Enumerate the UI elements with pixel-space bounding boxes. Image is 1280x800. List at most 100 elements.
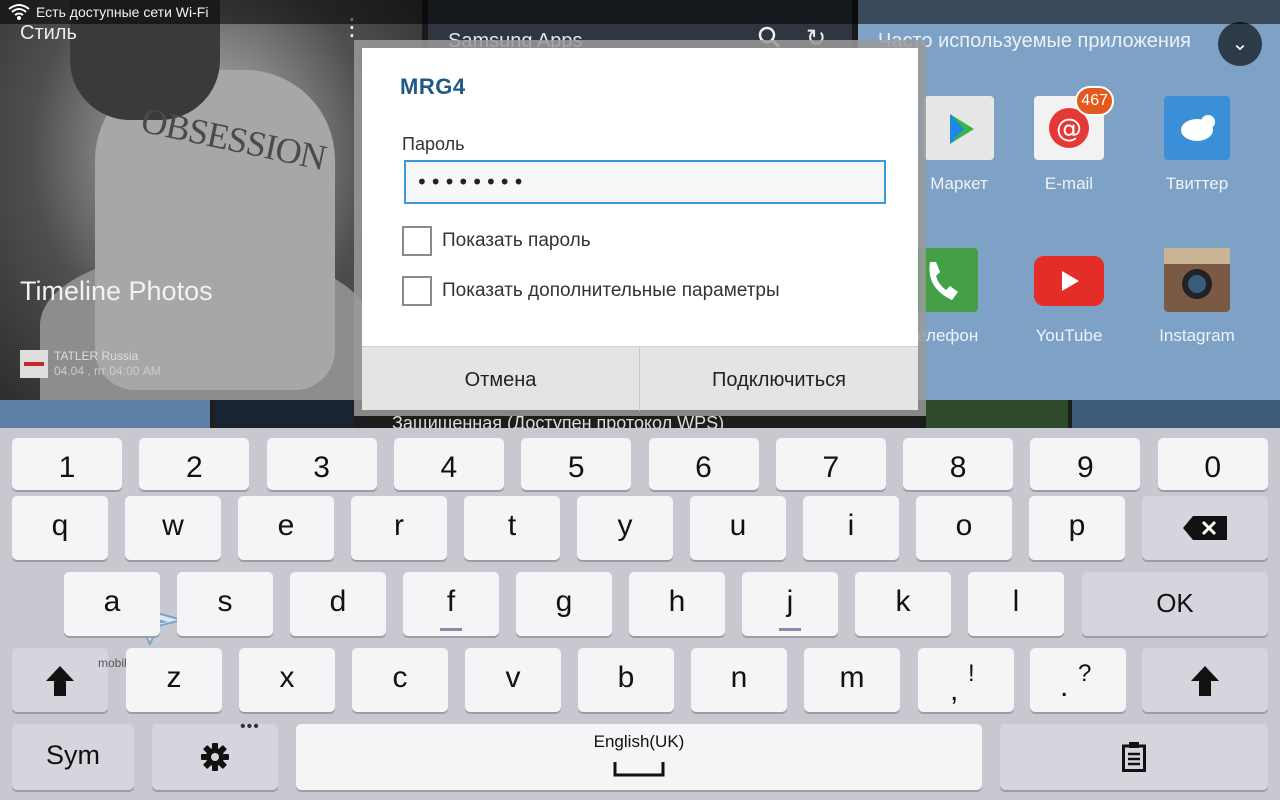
key-z[interactable]: z [126, 648, 222, 712]
instagram-icon [1164, 248, 1230, 312]
key-0[interactable]: 0 [1157, 438, 1268, 490]
chevron-down-icon[interactable]: ⌄ [1218, 22, 1262, 66]
key-label: o [955, 509, 973, 542]
cancel-button[interactable]: Отмена [362, 347, 639, 411]
key-w[interactable]: w [125, 496, 221, 560]
key-y[interactable]: y [577, 496, 673, 560]
wifi-icon [8, 4, 30, 20]
key-s[interactable]: s [177, 572, 273, 636]
youtube-icon [1034, 256, 1104, 306]
story-title: Timeline Photos [20, 276, 213, 306]
key-a[interactable]: a [64, 572, 160, 636]
dialog-button-bar: Отмена Подключиться [362, 346, 918, 411]
key-r[interactable]: r [351, 496, 447, 560]
key-label: 3 [313, 451, 330, 484]
app-youtube[interactable]: YouTube [1014, 248, 1124, 346]
email-count-badge: 467 [1075, 86, 1114, 116]
exclamation-char: ! [968, 660, 975, 687]
shift-icon [1191, 666, 1219, 696]
key-v[interactable]: v [465, 648, 561, 712]
key-8[interactable]: 8 [903, 438, 1014, 490]
key-label: z [166, 661, 182, 694]
key-k[interactable]: k [855, 572, 951, 636]
key-label: f [446, 585, 456, 618]
key-label: 2 [185, 451, 203, 484]
key-p[interactable]: p [1029, 496, 1125, 560]
key-t[interactable]: t [464, 496, 560, 560]
show-password-checkbox[interactable] [402, 226, 432, 256]
strip-thumbnail [214, 400, 354, 430]
key-label: 1 [58, 451, 76, 484]
key-x[interactable]: x [239, 648, 335, 712]
key-5[interactable]: 5 [521, 438, 632, 490]
status-bar: Есть доступные сети Wi-Fi [0, 0, 1280, 24]
key-1[interactable]: 1 [12, 438, 122, 490]
key-g[interactable]: g [516, 572, 612, 636]
key-label: j [786, 585, 794, 618]
space-key[interactable]: English(UK) [296, 724, 982, 790]
key-o[interactable]: o [916, 496, 1012, 560]
key-label: p [1068, 509, 1086, 542]
connect-button[interactable]: Подключиться [640, 347, 918, 411]
play-store-icon [924, 96, 994, 160]
settings-key[interactable]: ••• [152, 718, 278, 790]
overflow-menu-icon[interactable]: ⋮ [340, 16, 364, 40]
key-d[interactable]: d [290, 572, 386, 636]
sym-key-label: Sym [46, 740, 100, 770]
key-label: 8 [949, 451, 967, 484]
key-label: q [51, 509, 69, 542]
key-f[interactable]: f [403, 572, 499, 636]
key-6[interactable]: 6 [648, 438, 759, 490]
key-c[interactable]: c [352, 648, 448, 712]
wifi-notification[interactable]: Есть доступные сети Wi-Fi [36, 4, 208, 20]
comma-key[interactable]: , ! [918, 648, 1014, 712]
shift-key-right[interactable] [1142, 648, 1268, 712]
email-icon: @ 467 [1034, 86, 1114, 160]
key-label: v [505, 661, 521, 694]
show-advanced-checkbox[interactable] [402, 276, 432, 306]
question-char: ? [1078, 660, 1092, 687]
sym-key[interactable]: Sym [12, 724, 134, 790]
ok-key[interactable]: OK [1082, 572, 1268, 636]
shift-key-left[interactable] [12, 648, 108, 712]
key-label: h [668, 585, 686, 618]
key-j[interactable]: j [742, 572, 838, 636]
shift-icon [46, 666, 74, 696]
backspace-key[interactable] [1142, 496, 1268, 560]
key-h[interactable]: h [629, 572, 725, 636]
key-l[interactable]: l [968, 572, 1064, 636]
key-label: 7 [822, 451, 840, 484]
key-3[interactable]: 3 [266, 438, 377, 490]
key-label: a [103, 585, 121, 618]
clipboard-key[interactable] [1000, 724, 1268, 790]
app-email[interactable]: @ 467 E-mail [1014, 86, 1124, 194]
home-row-marker [779, 628, 801, 631]
comma-char: , [950, 674, 959, 707]
clipboard-icon [1122, 742, 1146, 772]
twitter-icon [1164, 96, 1230, 160]
story-time: 04.04 , пт 04:00 AM [54, 364, 161, 378]
style-panel-title: Стиль [20, 22, 77, 44]
password-input[interactable] [404, 160, 886, 204]
key-e[interactable]: e [238, 496, 334, 560]
key-b[interactable]: b [578, 648, 674, 712]
on-screen-keyboard: OK , ! . ? Sym ••• English(UK) 1 2 3 4 5… [0, 428, 1280, 800]
tatler-logo-icon [20, 350, 48, 378]
key-7[interactable]: 7 [775, 438, 886, 490]
key-2[interactable]: 2 [139, 438, 250, 490]
more-options-icon: ••• [240, 718, 260, 735]
key-i[interactable]: i [803, 496, 899, 560]
strip-thumbnail [0, 400, 210, 430]
key-n[interactable]: n [691, 648, 787, 712]
app-instagram[interactable]: Instagram [1142, 248, 1252, 346]
backspace-icon [1183, 516, 1227, 540]
key-9[interactable]: 9 [1030, 438, 1141, 490]
app-twitter[interactable]: Твиттер [1142, 96, 1252, 194]
key-u[interactable]: u [690, 496, 786, 560]
period-char: . [1060, 670, 1069, 703]
period-key[interactable]: . ? [1030, 648, 1126, 712]
key-m[interactable]: m [804, 648, 900, 712]
key-4[interactable]: 4 [393, 438, 504, 490]
key-q[interactable]: q [12, 496, 108, 560]
key-label: e [277, 509, 295, 542]
